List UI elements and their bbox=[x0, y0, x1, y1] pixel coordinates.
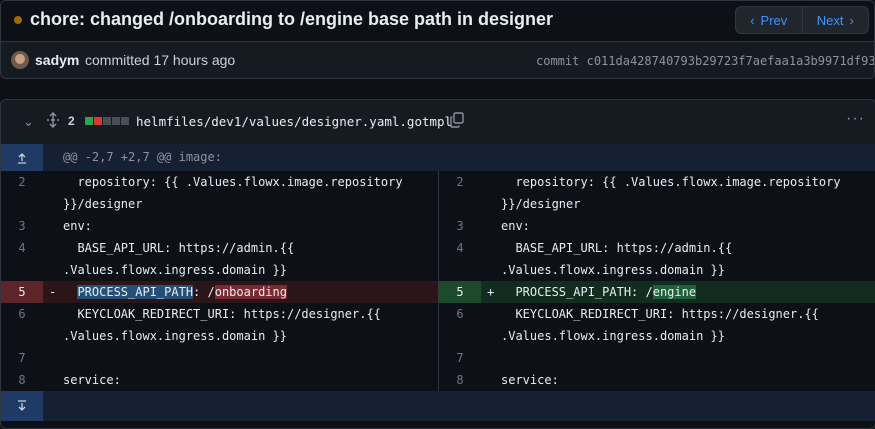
line-number[interactable]: 6 bbox=[439, 303, 481, 321]
line-number[interactable]: 5 bbox=[1, 281, 43, 303]
code-line: BASE_API_URL: https://admin.{{ .Values.f… bbox=[63, 241, 295, 277]
fold-up-icon[interactable] bbox=[1, 144, 43, 171]
line-number[interactable]: 2 bbox=[439, 171, 481, 189]
diff-left: 3 env: bbox=[1, 215, 438, 237]
diff-row-changed: 5 - PROCESS_API_PATH: /onboarding 5 + PR… bbox=[1, 281, 875, 303]
diff-right: 8 service: bbox=[438, 369, 875, 391]
prev-label: Prev bbox=[760, 12, 788, 28]
diff-left: 4 BASE_API_URL: https://admin.{{ .Values… bbox=[1, 237, 438, 281]
addition-marker: + bbox=[487, 285, 495, 299]
line-number[interactable]: 8 bbox=[439, 369, 481, 387]
author-row: sadym committed 17 hours ago commit c011… bbox=[1, 42, 874, 78]
line-number[interactable]: 3 bbox=[439, 215, 481, 233]
diff-right: 4 BASE_API_URL: https://admin.{{ .Values… bbox=[438, 237, 875, 281]
commit-nav-group: ‹ Prev Next › bbox=[735, 6, 869, 34]
diff-right: 3 env: bbox=[438, 215, 875, 237]
hunk-header-row: @@ -2,7 +2,7 @@ image: bbox=[1, 144, 875, 171]
chevron-down-icon[interactable]: ⌄ bbox=[23, 114, 34, 130]
selected-key: PROCESS_API_PATH bbox=[77, 285, 194, 299]
diff-left: 6 KEYCLOAK_REDIRECT_URI: https://designe… bbox=[1, 303, 438, 347]
copy-icon[interactable] bbox=[450, 112, 464, 128]
diff-table: @@ -2,7 +2,7 @@ image: 2 repository: {{ … bbox=[1, 144, 875, 421]
code-line: env: bbox=[501, 219, 530, 233]
line-number[interactable]: 2 bbox=[1, 171, 43, 189]
file-diff: ⌄ 2 helmfiles/dev1/values/designer.yaml.… bbox=[0, 99, 875, 429]
diffstat-block bbox=[121, 117, 129, 125]
line-number[interactable]: 3 bbox=[1, 215, 43, 233]
diff-right: 6 KEYCLOAK_REDIRECT_URI: https://designe… bbox=[438, 303, 875, 347]
line-number[interactable]: 5 bbox=[439, 281, 481, 303]
diff-row: 2 repository: {{ .Values.flowx.image.rep… bbox=[1, 171, 875, 215]
author-name[interactable]: sadym bbox=[35, 52, 79, 68]
code-line: repository: {{ .Values.flowx.image.repos… bbox=[501, 175, 841, 211]
deletion-marker: - bbox=[49, 285, 57, 299]
code-line: env: bbox=[63, 219, 92, 233]
diffstat-block bbox=[112, 117, 120, 125]
code-line: KEYCLOAK_REDIRECT_URI: https://designer.… bbox=[501, 307, 819, 343]
diff-left: 2 repository: {{ .Values.flowx.image.rep… bbox=[1, 171, 438, 215]
code-prefix: PROCESS_API_PATH: / bbox=[501, 285, 653, 299]
code-line: repository: {{ .Values.flowx.image.repos… bbox=[63, 175, 403, 211]
fold-up-svg bbox=[18, 152, 26, 164]
kebab-horizontal-icon[interactable]: ··· bbox=[846, 110, 865, 128]
diff-right: 2 repository: {{ .Values.flowx.image.rep… bbox=[438, 171, 875, 215]
line-number[interactable]: 6 bbox=[1, 303, 43, 321]
diff-right-added: 5 + PROCESS_API_PATH: /engine bbox=[438, 281, 875, 303]
prev-button[interactable]: ‹ Prev bbox=[736, 7, 802, 33]
diff-left: 7 bbox=[1, 347, 438, 369]
avatar[interactable] bbox=[11, 51, 29, 69]
line-number[interactable]: 4 bbox=[439, 237, 481, 255]
expand-down-row bbox=[1, 391, 875, 421]
chevron-left-icon: ‹ bbox=[750, 12, 755, 28]
commit-header: chore: changed /onboarding to /engine ba… bbox=[0, 0, 875, 79]
diff-left-deleted: 5 - PROCESS_API_PATH: /onboarding bbox=[1, 281, 438, 303]
diff-row: 8 service: 8 service: bbox=[1, 369, 875, 391]
code-prefix bbox=[63, 285, 77, 299]
fold-down-icon[interactable] bbox=[1, 391, 43, 421]
line-number[interactable]: 8 bbox=[1, 369, 43, 387]
code-line: PROCESS_API_PATH: /onboarding bbox=[63, 281, 423, 303]
commit-meta: committed 17 hours ago bbox=[85, 52, 236, 68]
diff-row: 6 KEYCLOAK_REDIRECT_URI: https://designe… bbox=[1, 303, 875, 347]
file-path[interactable]: helmfiles/dev1/values/designer.yaml.gotm… bbox=[136, 114, 452, 129]
code-line: BASE_API_URL: https://admin.{{ .Values.f… bbox=[501, 241, 733, 277]
commit-hash-value[interactable]: c011da428740793b29723f7aefaa1a3b9971df93 bbox=[587, 54, 874, 68]
code-line: KEYCLOAK_REDIRECT_URI: https://designer.… bbox=[63, 307, 381, 343]
code-line: PROCESS_API_PATH: /engine bbox=[501, 281, 861, 303]
file-header: ⌄ 2 helmfiles/dev1/values/designer.yaml.… bbox=[1, 100, 875, 145]
copy-svg bbox=[450, 112, 464, 128]
line-number[interactable]: 7 bbox=[1, 347, 43, 365]
next-label: Next bbox=[816, 12, 844, 28]
next-button[interactable]: Next › bbox=[801, 7, 869, 33]
diffstat-block bbox=[94, 117, 102, 125]
code-separator: : / bbox=[193, 285, 215, 299]
diffstat-block bbox=[103, 117, 111, 125]
unfold-svg bbox=[47, 112, 59, 128]
diff-row: 4 BASE_API_URL: https://admin.{{ .Values… bbox=[1, 237, 875, 281]
line-number[interactable]: 7 bbox=[439, 347, 481, 365]
commit-title-row: chore: changed /onboarding to /engine ba… bbox=[1, 1, 874, 42]
diff-right: 7 bbox=[438, 347, 875, 369]
diff-row: 3 env: 3 env: bbox=[1, 215, 875, 237]
commit-title: chore: changed /onboarding to /engine ba… bbox=[30, 9, 554, 29]
unfold-icon[interactable] bbox=[46, 112, 60, 131]
added-word: engine bbox=[652, 285, 697, 299]
code-line: service: bbox=[501, 373, 559, 387]
diffstat-block bbox=[85, 117, 93, 125]
diff-row: 7 7 bbox=[1, 347, 875, 369]
fold-down-svg bbox=[18, 400, 26, 411]
line-number[interactable]: 4 bbox=[1, 237, 43, 255]
chevron-right-icon: › bbox=[849, 12, 854, 28]
deleted-word: onboarding bbox=[214, 285, 287, 299]
diffstat bbox=[85, 117, 129, 125]
changes-count: 2 bbox=[68, 114, 75, 128]
commit-hash: commit c011da428740793b29723f7aefaa1a3b9… bbox=[536, 54, 874, 68]
commit-hash-label: commit bbox=[536, 54, 580, 68]
status-dot-icon bbox=[14, 16, 22, 24]
hunk-header: @@ -2,7 +2,7 @@ image: bbox=[63, 150, 222, 164]
code-line: service: bbox=[63, 373, 121, 387]
diff-left: 8 service: bbox=[1, 369, 438, 391]
